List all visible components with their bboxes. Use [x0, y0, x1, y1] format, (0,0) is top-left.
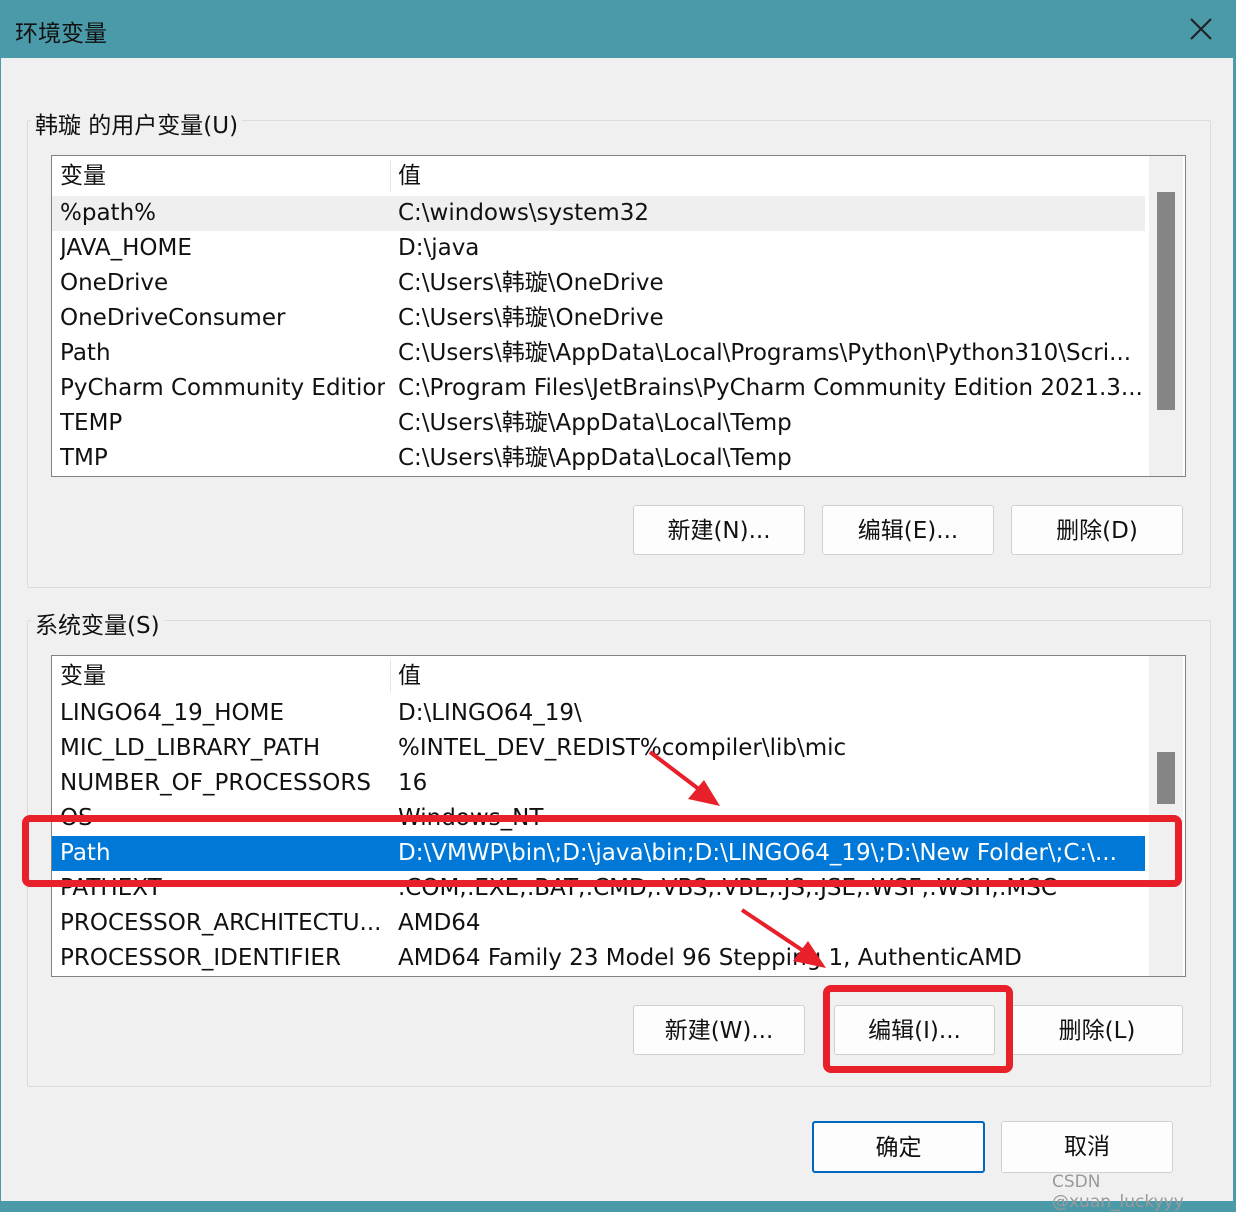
table-row[interactable]: TEMP C:\Users\韩璇\AppData\Local\Temp	[52, 406, 1145, 441]
user-new-button[interactable]: 新建(N)...	[633, 505, 805, 555]
table-row[interactable]: OS Windows_NT	[52, 801, 1145, 836]
user-variables-list[interactable]: 变量 值 %path% C:\windows\system32 JAVA_HOME D…	[51, 155, 1186, 477]
variable-value: C:\Users\韩璇\AppData\Local\Temp	[398, 445, 792, 471]
user-edit-button[interactable]: 编辑(E)...	[822, 505, 994, 555]
system-delete-button[interactable]: 删除(L)	[1011, 1005, 1183, 1055]
system-variables-list[interactable]: 变量 值 LINGO64_19_HOME D:\LINGO64_19\ MIC_LD…	[51, 655, 1186, 977]
column-header-value[interactable]: 值	[398, 156, 1145, 196]
close-button[interactable]	[1166, 0, 1236, 58]
variable-name: JAVA_HOME	[60, 235, 192, 261]
variable-value: C:\Users\韩璇\AppData\Local\Temp	[398, 410, 792, 436]
variable-name: PyCharm Community Edition	[60, 375, 385, 401]
variable-name: PATHEXT	[60, 875, 162, 901]
variable-value: C:\windows\system32	[398, 200, 649, 226]
user-list-scrollbar[interactable]	[1149, 156, 1183, 476]
variable-name: Path	[60, 840, 111, 866]
variable-name: OneDriveConsumer	[60, 305, 286, 331]
variable-value: D:\VMWP\bin\;D:\java\bin;D:\LINGO64_19\;…	[398, 840, 1117, 866]
variable-name: PROCESSOR_IDENTIFIER	[60, 945, 341, 971]
column-divider	[390, 660, 391, 692]
close-icon	[1190, 18, 1212, 40]
scrollbar-thumb[interactable]	[1157, 192, 1175, 410]
table-row[interactable]: PATHEXT .COM;.EXE;.BAT;.CMD;.VBS;.VBE;.JS…	[52, 871, 1145, 906]
variable-value: D:\java	[398, 235, 480, 261]
title-bar: 环境变量	[0, 0, 1236, 58]
variable-value: D:\LINGO64_19\	[398, 700, 582, 726]
watermark: CSDN @xuan_luckyyy	[1052, 1172, 1184, 1212]
variable-name: PROCESSOR_ARCHITECTU...	[60, 910, 382, 936]
ok-button[interactable]: 确定	[812, 1121, 985, 1173]
variable-name: Path	[60, 340, 111, 366]
variable-name: LINGO64_19_HOME	[60, 700, 285, 726]
column-header-name[interactable]: 变量	[60, 156, 385, 196]
variable-value: 16	[398, 770, 428, 796]
variable-value: AMD64 Family 23 Model 96 Stepping 1, Aut…	[398, 945, 1022, 971]
variable-value: C:\Users\韩璇\OneDrive	[398, 270, 664, 296]
column-header-name[interactable]: 变量	[60, 656, 385, 696]
column-header-value[interactable]: 值	[398, 656, 1145, 696]
variable-value: %INTEL_DEV_REDIST%compiler\lib\mic	[398, 735, 847, 761]
table-row[interactable]: PROCESSOR_ARCHITECTU... AMD64	[52, 906, 1145, 941]
variable-name: OS	[60, 805, 93, 831]
user-variables-label: 韩璇 的用户变量(U)	[31, 106, 243, 140]
table-row[interactable]: JAVA_HOME D:\java	[52, 231, 1145, 266]
list-header: 变量 值	[52, 156, 1145, 196]
cancel-button[interactable]: 取消	[1001, 1121, 1173, 1173]
variable-name: NUMBER_OF_PROCESSORS	[60, 770, 371, 796]
scrollbar-thumb[interactable]	[1157, 752, 1175, 804]
window-title: 环境变量	[15, 21, 107, 47]
variable-value: C:\Users\韩璇\AppData\Local\Programs\Pytho…	[398, 340, 1132, 366]
dialog-body: 韩璇 的用户变量(U) 变量 值 %path% C:\windows\system…	[1, 58, 1233, 1201]
table-row[interactable]: TMP C:\Users\韩璇\AppData\Local\Temp	[52, 441, 1145, 476]
table-row[interactable]: PROCESSOR_IDENTIFIER AMD64 Family 23 Mode…	[52, 941, 1145, 976]
variable-value: Windows_NT	[398, 805, 544, 831]
table-row[interactable]: %path% C:\windows\system32	[52, 196, 1145, 231]
table-row[interactable]: OneDrive C:\Users\韩璇\OneDrive	[52, 266, 1145, 301]
variable-value: AMD64	[398, 910, 481, 936]
table-row[interactable]: NUMBER_OF_PROCESSORS 16	[52, 766, 1145, 801]
system-variables-label: 系统变量(S)	[31, 606, 164, 640]
system-list-scrollbar[interactable]	[1149, 656, 1183, 976]
table-row[interactable]: Path D:\VMWP\bin\;D:\java\bin;D:\LINGO64_…	[52, 836, 1145, 871]
variable-value: C:\Program Files\JetBrains\PyCharm Commu…	[398, 375, 1145, 401]
table-row[interactable]: PyCharm Community Edition C:\Program File…	[52, 371, 1145, 406]
variable-name: TMP	[60, 445, 108, 471]
variable-name: TEMP	[60, 410, 123, 436]
user-delete-button[interactable]: 删除(D)	[1011, 505, 1183, 555]
variable-value: .COM;.EXE;.BAT;.CMD;.VBS;.VBE;.JS;.JSE;.…	[398, 875, 1057, 901]
variable-name: OneDrive	[60, 270, 169, 296]
table-row[interactable]: MIC_LD_LIBRARY_PATH %INTEL_DEV_REDIST%com…	[52, 731, 1145, 766]
system-new-button[interactable]: 新建(W)...	[633, 1005, 805, 1055]
variable-name: %path%	[60, 200, 156, 226]
system-edit-button[interactable]: 编辑(I)...	[834, 1005, 995, 1055]
column-divider	[390, 160, 391, 192]
variable-name: MIC_LD_LIBRARY_PATH	[60, 735, 321, 761]
variable-value: C:\Users\韩璇\OneDrive	[398, 305, 664, 331]
table-row[interactable]: LINGO64_19_HOME D:\LINGO64_19\	[52, 696, 1145, 731]
table-row[interactable]: OneDriveConsumer C:\Users\韩璇\OneDrive	[52, 301, 1145, 336]
list-header: 变量 值	[52, 656, 1145, 696]
table-row[interactable]: Path C:\Users\韩璇\AppData\Local\Programs\P…	[52, 336, 1145, 371]
